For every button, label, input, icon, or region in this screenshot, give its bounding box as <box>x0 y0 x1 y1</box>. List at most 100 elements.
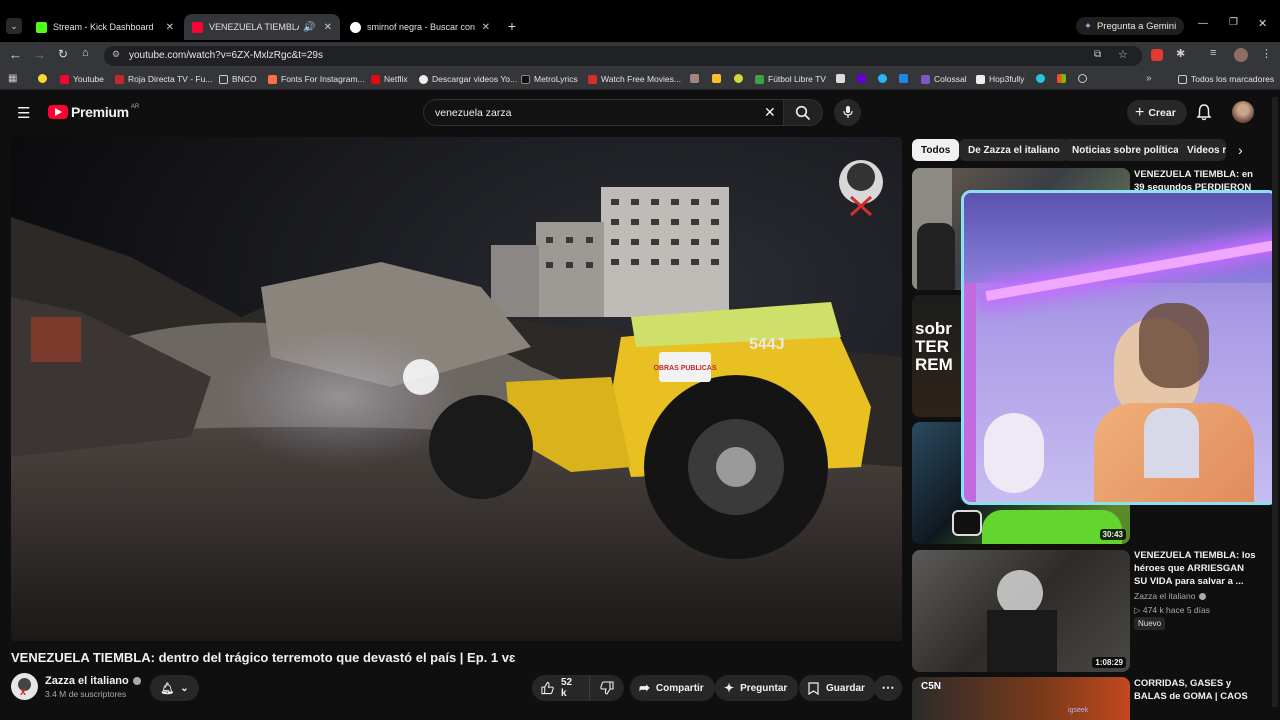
bookmark-shortcut[interactable] <box>1057 74 1070 83</box>
close-icon[interactable]: ✕ <box>324 22 332 33</box>
profile-avatar[interactable] <box>1234 48 1248 62</box>
new-badge: Nuevo <box>1134 617 1166 630</box>
recommended-thumbnail[interactable]: 1:08:29 <box>912 550 1130 672</box>
reload-icon[interactable]: ↻ <box>58 47 68 61</box>
shortcut-icon <box>734 74 743 83</box>
new-tab-button[interactable]: + <box>504 18 520 34</box>
bookmark-item[interactable]: Watch Free Movies... <box>588 74 681 84</box>
gemini-button[interactable]: ✦ Pregunta a Gemini <box>1076 17 1185 35</box>
save-label: Guardar <box>826 682 865 694</box>
bookmark-folder[interactable]: BNCO <box>219 74 257 84</box>
bookmark-shortcut[interactable] <box>836 74 849 83</box>
tab-google[interactable]: smirnof negra - Buscar con Goo ✕ <box>342 14 498 40</box>
channel-name-row[interactable]: Zazza el italiano <box>45 675 141 687</box>
bookmark-shortcut[interactable] <box>899 74 912 83</box>
recommended-title[interactable]: CORRIDAS, GASES y BALAS de GOMA | CAOS t… <box>1134 677 1258 703</box>
bookmark-shortcut[interactable] <box>878 74 891 83</box>
minimize-button[interactable]: — <box>1198 18 1208 29</box>
install-icon[interactable]: ⧉ <box>1094 49 1101 60</box>
menu-icon[interactable]: ⋮ <box>1261 47 1272 60</box>
bookmark-item[interactable]: Hop3fully <box>976 74 1024 84</box>
home-icon[interactable]: ⌂ <box>82 47 89 59</box>
shortcut-icon <box>1036 74 1045 83</box>
download-icon <box>419 74 428 84</box>
tab-search-button[interactable]: ⌄ <box>6 18 22 34</box>
shortcut-icon <box>712 74 721 83</box>
save-button[interactable]: Guardar <box>799 675 876 701</box>
chip-videos[interactable]: Videos re <box>1178 139 1226 161</box>
ask-label: Preguntar <box>740 682 788 694</box>
address-bar[interactable]: ⚙ youtube.com/watch?v=6ZX-MxlzRgc&t=29s … <box>104 46 1142 66</box>
puzzle-icon[interactable]: ✱ <box>1176 47 1185 60</box>
notifications-button[interactable] <box>1196 103 1212 126</box>
recommended-channel[interactable]: Zazza el italiano <box>1134 591 1207 601</box>
hamburger-menu-icon[interactable]: ☰ <box>17 104 30 122</box>
tab-title: Stream - Kick Dashboard <box>53 22 154 32</box>
dislike-button[interactable] <box>590 678 624 698</box>
scrollbar-thumb[interactable] <box>1272 97 1278 707</box>
bookmark-item[interactable]: Roja Directa TV - Fu... <box>115 74 212 84</box>
apps-icon[interactable]: ▦ <box>8 73 17 84</box>
chip-channel[interactable]: De Zazza el italiano <box>959 139 1069 161</box>
channel-avatar[interactable]: x <box>11 673 38 700</box>
close-icon[interactable]: ✕ <box>166 22 174 33</box>
tab-youtube[interactable]: VENEZUELA TIEMBLA: dentro 🔊 ✕ <box>184 14 340 40</box>
bookmark-shortcut[interactable] <box>857 74 870 83</box>
subscription-bell-button[interactable]: 🔔︎ ⌄ <box>150 675 199 701</box>
search-button[interactable] <box>783 99 823 126</box>
audio-icon[interactable]: 🔊 <box>303 22 315 33</box>
search-icon <box>795 105 811 121</box>
account-avatar[interactable] <box>1232 101 1254 123</box>
maximize-button[interactable]: ❐ <box>1229 17 1238 28</box>
bookmark-shortcut[interactable] <box>1036 74 1049 83</box>
sparkle-icon: ✦ <box>724 681 735 695</box>
search-box[interactable]: venezuela zarza ✕ <box>423 99 783 126</box>
bookmark-item[interactable]: Youtube <box>60 74 104 84</box>
forward-icon[interactable]: → <box>33 47 46 62</box>
chip-politics[interactable]: Noticias sobre política <box>1063 139 1188 161</box>
bookmark-item[interactable]: Fonts For Instagram... <box>268 74 365 84</box>
close-window-button[interactable]: ✕ <box>1258 17 1267 30</box>
video-player[interactable]: OBRAS PUBLICAS 544J <box>11 137 902 641</box>
roja-icon <box>115 74 124 84</box>
bookmark-shortcut[interactable] <box>690 74 703 83</box>
bookmark-item[interactable]: Colossal <box>921 74 967 84</box>
more-actions-button[interactable]: ⋯ <box>874 675 902 701</box>
tab-kick[interactable]: Stream - Kick Dashboard ✕ <box>28 14 182 40</box>
recommended-title[interactable]: VENEZUELA TIEMBLA: los héroes que ARRIES… <box>1134 549 1258 588</box>
bookmark-shortcut[interactable] <box>1078 74 1091 83</box>
close-icon[interactable]: ✕ <box>482 22 490 33</box>
chip-all[interactable]: Todos <box>912 139 960 161</box>
channel-name[interactable]: Zazza el italiano <box>45 675 129 687</box>
bookmark-emoji[interactable] <box>38 74 51 83</box>
voice-search-button[interactable] <box>834 99 861 126</box>
bookmark-shortcut[interactable] <box>712 74 725 83</box>
like-button[interactable]: 52 k <box>532 675 590 701</box>
back-icon[interactable]: ← <box>9 47 22 62</box>
bookmark-item[interactable]: MetroLyrics <box>521 74 578 84</box>
extension-icon[interactable] <box>1151 49 1163 61</box>
recommended-thumbnail[interactable]: C5N <box>912 677 1130 720</box>
search-input[interactable]: venezuela zarza <box>435 107 511 119</box>
tab-title: smirnof negra - Buscar con Goo <box>367 22 478 32</box>
chevron-right-icon[interactable]: › <box>1238 142 1243 158</box>
create-button[interactable]: + Crear <box>1127 100 1187 125</box>
video-title: VENEZUELA TIEMBLA: dentro del trágico te… <box>11 650 516 665</box>
clear-search-icon[interactable]: ✕ <box>764 104 776 121</box>
share-button[interactable]: ➦ Compartir <box>630 675 715 701</box>
microphone-icon <box>842 106 853 118</box>
plus-icon: + <box>1135 103 1145 121</box>
more-icon: ⋯ <box>881 680 895 695</box>
bookmark-item[interactable]: Descargar videos Yo... <box>419 74 517 84</box>
more-bookmarks-icon[interactable]: » <box>1146 73 1152 84</box>
media-icon[interactable]: ≡ <box>1210 47 1216 59</box>
all-bookmarks-folder[interactable]: Todos los marcadores <box>1178 74 1274 84</box>
fonts-icon <box>268 74 277 84</box>
ask-button[interactable]: ✦ Preguntar <box>715 675 799 701</box>
site-info-icon[interactable]: ⚙ <box>112 49 120 60</box>
bookmark-star-icon[interactable]: ☆ <box>1118 48 1128 61</box>
bookmark-item[interactable]: Fútbol Libre TV <box>755 74 826 84</box>
youtube-logo[interactable]: Premium AR <box>48 104 139 120</box>
bookmark-item[interactable]: Netflix <box>371 74 408 84</box>
bookmark-shortcut[interactable] <box>734 74 747 83</box>
